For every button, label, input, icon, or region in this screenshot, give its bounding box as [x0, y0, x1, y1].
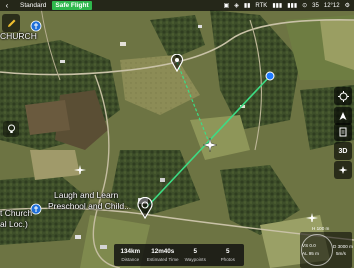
stat-waypoints: 5 Waypoints: [179, 244, 212, 266]
status-icons-group: ▣ ◈ ▮▮ RTK ▮▮▮ ▮▮▮ ⊙ 35 12°12 ⚙: [223, 2, 354, 10]
stat-photos: 5 Photos: [212, 244, 245, 266]
aircraft-to-home-line: [176, 61, 211, 146]
3d-view-button[interactable]: 3D: [334, 142, 352, 160]
home-point-icon[interactable]: [170, 54, 184, 72]
stat-waypoints-value: 5: [193, 247, 197, 255]
flight-status-badge[interactable]: Safe Flight: [52, 1, 92, 10]
flight-mode-label[interactable]: Standard: [20, 2, 46, 9]
signal-strength-icon: ▮▮▮: [272, 3, 283, 9]
stat-photos-label: Photos: [220, 256, 235, 262]
battery-time-readout: 12°12: [323, 2, 340, 9]
settings-icon[interactable]: ⚙: [345, 2, 350, 9]
satellite-icon: ⊙: [302, 3, 308, 9]
aircraft-icon: [202, 137, 218, 153]
stat-time-value: 12m40s: [151, 247, 175, 255]
locate-crosshair-icon[interactable]: [334, 87, 352, 105]
top-status-bar: ‹ Standard Safe Flight ▣ ◈ ▮▮ RTK ▮▮▮ ▮▮…: [0, 0, 354, 11]
telemetry-vs: VS 0.0: [302, 243, 316, 248]
stat-photos-value: 5: [225, 247, 230, 255]
back-chevron-icon[interactable]: ‹: [0, 0, 14, 11]
edit-pencil-icon[interactable]: [2, 14, 20, 32]
map-label-church-top: CHURCH: [0, 31, 37, 41]
waypoint-marker[interactable]: [265, 71, 275, 81]
telemetry-height: H 100 m: [312, 226, 330, 231]
remote-controller-icon: ▣: [223, 3, 230, 9]
battery-icon: ▮▮: [243, 3, 251, 9]
telemetry-alt: AL 95 m: [302, 251, 319, 256]
stat-distance-value: 134km: [120, 247, 141, 255]
gps-count: 35: [312, 2, 319, 9]
mission-stats-panel: 134km Distance 12m40s Estimated Time 5 W…: [114, 244, 244, 266]
vision-system-icon: ◈: [234, 3, 239, 9]
hint-bulb-icon[interactable]: [3, 121, 19, 137]
video-signal-icon: ▮▮▮: [287, 3, 298, 9]
attitude-radar-icon: [301, 234, 333, 266]
map-label-church-bottom-line1: t Church: [0, 208, 33, 218]
map-layer-icon[interactable]: [334, 123, 352, 141]
stat-distance: 134km Distance: [114, 244, 147, 266]
rtk-status: RTK: [255, 2, 268, 9]
takeoff-point-icon[interactable]: [136, 197, 154, 219]
map-label-place-line2: Preschool and Child...: [48, 201, 132, 211]
telemetry-panel[interactable]: H 100 m VS 0.0 AL 95 m D 3000 m 5m/s: [300, 226, 353, 268]
map-label-place-line1: Laugh and Learn: [54, 190, 119, 200]
stat-waypoints-label: Waypoints: [184, 256, 206, 262]
telemetry-speed: 5m/s: [336, 251, 346, 256]
drone-flight-app: CHURCH Laugh and Learn Preschool and Chi…: [0, 0, 354, 268]
airport-icon-2: [306, 213, 318, 222]
route-overlay: [145, 61, 271, 209]
map-label-church-bottom-line2: al Loc.): [0, 219, 28, 229]
stat-time: 12m40s Estimated Time: [147, 244, 180, 266]
aircraft-location-icon[interactable]: [334, 161, 352, 179]
stat-distance-label: Distance: [121, 256, 140, 262]
stat-time-label: Estimated Time: [146, 256, 179, 262]
telemetry-distance: D 3000 m: [333, 244, 353, 249]
airport-icon: [74, 165, 86, 174]
